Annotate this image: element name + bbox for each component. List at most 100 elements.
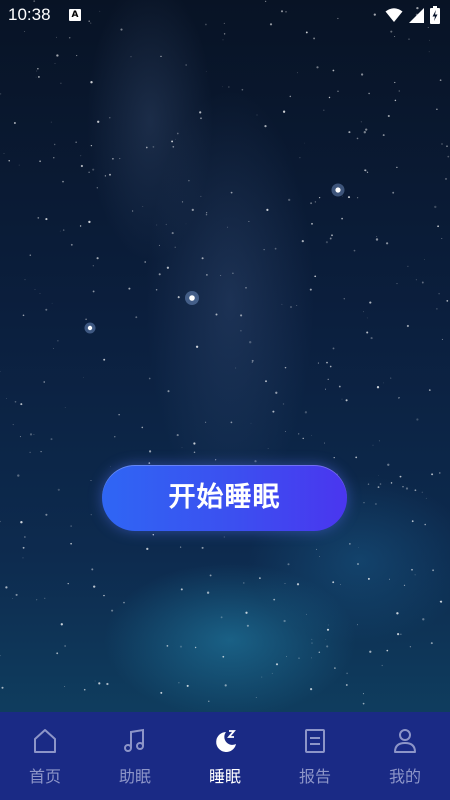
star bbox=[392, 191, 395, 194]
star bbox=[304, 411, 308, 414]
star bbox=[13, 122, 16, 124]
star bbox=[382, 134, 385, 137]
star bbox=[305, 613, 307, 615]
star bbox=[245, 611, 248, 614]
star bbox=[40, 450, 42, 453]
star bbox=[255, 697, 257, 698]
star bbox=[408, 38, 410, 40]
star bbox=[349, 543, 351, 545]
star bbox=[96, 187, 98, 189]
star bbox=[24, 536, 26, 538]
star bbox=[385, 242, 389, 245]
star bbox=[283, 619, 286, 623]
star bbox=[298, 433, 300, 435]
star bbox=[358, 547, 360, 549]
star bbox=[429, 39, 431, 41]
tab-sleep-aid[interactable]: 助眠 bbox=[90, 712, 180, 800]
star bbox=[37, 217, 40, 219]
star bbox=[360, 73, 364, 76]
star bbox=[0, 520, 1, 523]
star bbox=[45, 513, 48, 516]
star bbox=[422, 618, 425, 621]
star bbox=[220, 275, 222, 277]
star bbox=[381, 664, 383, 667]
status-bar: 10:38 A bbox=[0, 0, 450, 32]
star bbox=[425, 497, 427, 499]
star bbox=[357, 624, 358, 626]
star bbox=[0, 655, 1, 657]
star bbox=[267, 448, 269, 449]
tab-home[interactable]: 首页 bbox=[0, 712, 90, 800]
star bbox=[149, 450, 152, 453]
start-sleep-button[interactable]: 开始睡眠 bbox=[102, 465, 347, 531]
star bbox=[284, 366, 287, 369]
star bbox=[379, 483, 382, 485]
star bbox=[166, 645, 169, 647]
starry-night-background bbox=[0, 0, 450, 800]
star bbox=[298, 657, 300, 659]
star bbox=[424, 259, 425, 260]
star bbox=[341, 217, 343, 220]
star bbox=[195, 345, 199, 348]
bright-star bbox=[189, 295, 195, 301]
star bbox=[175, 138, 176, 140]
star bbox=[155, 289, 158, 291]
star bbox=[326, 628, 330, 631]
star bbox=[317, 362, 319, 364]
star bbox=[148, 377, 151, 380]
star bbox=[334, 667, 336, 669]
star bbox=[314, 201, 317, 203]
star bbox=[332, 581, 335, 584]
star bbox=[390, 482, 393, 484]
star bbox=[363, 131, 366, 134]
star bbox=[80, 155, 82, 157]
star bbox=[340, 584, 341, 586]
star bbox=[284, 583, 286, 584]
star bbox=[414, 574, 416, 576]
star bbox=[251, 361, 253, 363]
star bbox=[176, 132, 179, 135]
star bbox=[181, 201, 184, 203]
moon-zzz-icon bbox=[216, 730, 236, 752]
star bbox=[56, 36, 57, 38]
star bbox=[421, 281, 424, 284]
star bbox=[206, 591, 210, 594]
star bbox=[51, 302, 53, 304]
tab-report[interactable]: 报告 bbox=[270, 712, 360, 800]
star bbox=[8, 160, 10, 162]
star bbox=[446, 299, 449, 302]
star bbox=[29, 433, 33, 436]
star bbox=[345, 399, 348, 402]
star bbox=[272, 410, 275, 413]
star bbox=[142, 206, 144, 207]
user-profile-icon bbox=[394, 729, 416, 753]
star bbox=[403, 584, 406, 586]
star bbox=[376, 386, 380, 389]
star bbox=[208, 700, 210, 702]
tab-profile[interactable]: 我的 bbox=[360, 712, 450, 800]
star bbox=[284, 431, 286, 432]
star bbox=[250, 422, 252, 424]
star bbox=[43, 381, 45, 383]
tab-sleep[interactable]: 睡眠 bbox=[180, 712, 270, 800]
star bbox=[206, 212, 208, 214]
star bbox=[83, 688, 86, 691]
star bbox=[311, 642, 313, 644]
star bbox=[205, 421, 207, 423]
star bbox=[186, 684, 189, 687]
star bbox=[167, 390, 170, 393]
star bbox=[437, 225, 439, 228]
star bbox=[145, 146, 148, 149]
tab-label: 报告 bbox=[298, 767, 331, 786]
star bbox=[68, 37, 71, 39]
star bbox=[441, 143, 443, 145]
star bbox=[76, 55, 78, 57]
star bbox=[254, 460, 257, 463]
star bbox=[281, 303, 283, 305]
star bbox=[386, 649, 389, 652]
star bbox=[364, 169, 366, 172]
star bbox=[366, 317, 368, 319]
star bbox=[103, 358, 106, 361]
star bbox=[369, 301, 372, 304]
star bbox=[20, 521, 23, 524]
